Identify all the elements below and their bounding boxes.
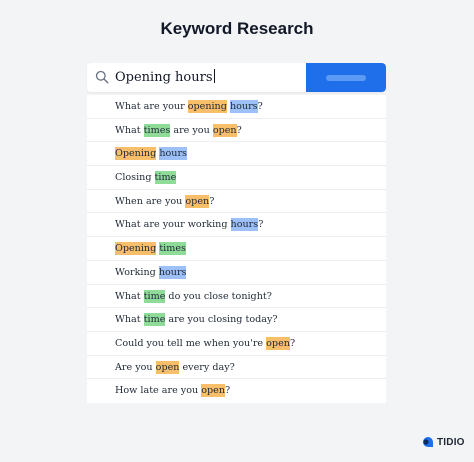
search-input[interactable]: Opening hours [115,63,215,92]
suggestion-item[interactable]: Opening hours [87,142,386,167]
suggestion-item[interactable]: Could you tell me when you're open? [87,332,386,356]
suggestion-text: ? [225,385,231,397]
suggestion-item[interactable]: Are you open every day? [87,356,386,380]
highlighted-keyword: opening [187,100,227,113]
suggestion-text: Could you tell me when you're [115,337,267,349]
suggestion-item[interactable]: What times are you open? [87,119,386,143]
suggestion-text: How late are you [115,385,202,397]
highlighted-keyword: time [154,171,177,185]
highlighted-keyword: hours [159,147,187,161]
suggestion-text: What [115,124,144,136]
highlighted-keyword: times [143,123,171,137]
suggestion-text: are you closing today? [165,314,278,326]
suggestion-text: Are you [115,361,156,373]
suggestion-text: Closing [115,172,155,184]
highlighted-keyword: open [155,360,180,374]
suggestion-text: What [115,290,144,302]
suggestion-item[interactable]: What time are you closing today? [87,308,386,332]
highlighted-keyword: open [185,194,210,208]
highlighted-keyword: open [212,123,237,137]
suggestion-text: ? [257,101,263,112]
highlighted-keyword: time [143,289,166,303]
highlighted-keyword: Opening [115,147,157,161]
suggestion-item[interactable]: How late are you open? [87,379,386,403]
suggestion-text: ? [209,195,215,207]
brand-name: TIDIO [437,436,465,448]
suggestion-text: do you close tonight? [165,290,272,302]
suggestion-item[interactable]: Working hours [87,261,386,285]
search-button-label-placeholder [326,75,366,81]
search-bar[interactable]: Opening hours [87,63,386,92]
suggestion-item[interactable]: What are your opening hours? [87,95,386,119]
highlighted-keyword: times [159,242,186,256]
suggestion-text: ? [258,219,264,231]
suggestion-text: every day? [179,361,235,373]
search-button[interactable] [306,63,386,92]
tidio-logo-icon [423,437,433,447]
suggestion-text: What [115,314,144,326]
suggestion-text: Working [115,266,159,278]
highlighted-keyword: time [143,313,166,327]
page-title: Keyword Research [160,19,314,38]
highlighted-keyword: hours [229,100,258,113]
suggestion-item[interactable]: Closing time [87,166,386,190]
suggestion-text: What are your [115,101,188,112]
highlighted-keyword: hours [230,218,259,232]
text-caret [213,69,215,83]
suggestion-item[interactable]: Opening times [87,237,386,261]
suggestion-item[interactable]: What time do you close tonight? [87,285,386,309]
highlighted-keyword: hours [158,265,187,279]
suggestion-text: are you [170,124,213,136]
highlighted-keyword: open [201,384,226,398]
suggestion-text: When are you [115,195,186,207]
search-icon [95,70,109,84]
highlighted-keyword: open [266,336,290,350]
suggestion-list: What are your opening hours? What times a… [87,95,386,403]
search-input-value: Opening hours [115,70,213,85]
suggestion-text: What are your working [115,219,231,231]
suggestion-text: ? [236,124,242,136]
highlighted-keyword: Opening [115,242,157,256]
suggestion-item[interactable]: When are you open? [87,190,386,214]
suggestion-text: ? [289,337,296,349]
suggestion-item[interactable]: What are your working hours? [87,213,386,238]
brand: TIDIO [422,435,465,449]
